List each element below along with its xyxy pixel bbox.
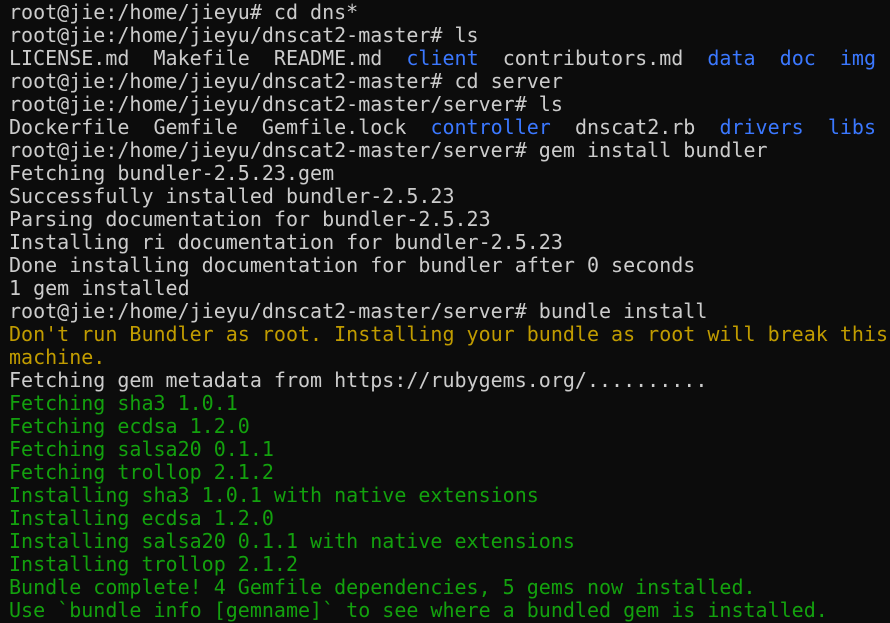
terminal-text: LICENSE.md Makefile README.md [9, 46, 407, 70]
directory-entry: img [839, 46, 876, 70]
terminal-line: root@jie:/home/jieyu/dnscat2-master/serv… [9, 93, 890, 116]
terminal-line: LICENSE.md Makefile README.md client con… [9, 47, 890, 70]
terminal-text: Bundle complete! 4 Gemfile dependencies,… [9, 575, 756, 599]
terminal-line: root@jie:/home/jieyu/dnscat2-master/serv… [9, 300, 890, 323]
terminal-line: Parsing documentation for bundler-2.5.23 [9, 208, 890, 231]
terminal-text: Installing sha3 1.0.1 with native extens… [9, 483, 539, 507]
terminal-text: Fetching gem metadata from https://rubyg… [9, 368, 708, 392]
terminal-line: root@jie:/home/jieyu/dnscat2-master# ls [9, 24, 890, 47]
terminal-line: Installing ri documentation for bundler-… [9, 231, 890, 254]
terminal-text: root@jie:/home/jieyu/dnscat2-master# cd … [9, 69, 563, 93]
directory-entry: doc [779, 46, 816, 70]
terminal-text: Fetching trollop 2.1.2 [9, 460, 274, 484]
terminal-text: root@jie:/home/jieyu/dnscat2-master/serv… [9, 92, 563, 116]
terminal-line: Fetching bundler-2.5.23.gem [9, 162, 890, 185]
directory-entry: controller [430, 115, 551, 139]
terminal-text: dnscat2.rb [550, 115, 720, 139]
terminal-text: Installing ri documentation for bundler-… [9, 230, 563, 254]
terminal-line: Installing salsa20 0.1.1 with native ext… [9, 530, 890, 553]
terminal-line: Don't run Bundler as root. Installing yo… [9, 323, 890, 346]
terminal-line: root@jie:/home/jieyu# cd dns* [9, 1, 890, 24]
terminal-text: Dockerfile Gemfile Gemfile.lock [9, 115, 431, 139]
directory-entry: libs [827, 115, 876, 139]
terminal-line: Successfully installed bundler-2.5.23 [9, 185, 890, 208]
terminal-text: Successfully installed bundler-2.5.23 [9, 184, 455, 208]
terminal-text: Installing trollop 2.1.2 [9, 552, 298, 576]
directory-entry: drivers [719, 115, 804, 139]
terminal-line: Done installing documentation for bundle… [9, 254, 890, 277]
terminal-line: root@jie:/home/jieyu/dnscat2-master# cd … [9, 70, 890, 93]
terminal-text: contributors.md [478, 46, 708, 70]
terminal-text: Parsing documentation for bundler-2.5.23 [9, 207, 491, 231]
terminal-text: machine. [9, 345, 106, 369]
terminal-text: Don't run Bundler as root. Installing yo… [9, 322, 888, 346]
terminal-text: 1 gem installed [9, 276, 190, 300]
terminal-line: 1 gem installed [9, 277, 890, 300]
terminal-line: Fetching gem metadata from https://rubyg… [9, 369, 890, 392]
terminal-line: Installing trollop 2.1.2 [9, 553, 890, 576]
terminal-line: Installing sha3 1.0.1 with native extens… [9, 484, 890, 507]
terminal-text: Fetching ecdsa 1.2.0 [9, 414, 250, 438]
terminal-text: Fetching salsa20 0.1.1 [9, 437, 274, 461]
terminal-text: root@jie:/home/jieyu/dnscat2-master# ls [9, 23, 479, 47]
terminal-text: root@jie:/home/jieyu/dnscat2-master/serv… [9, 299, 708, 323]
terminal-text: root@jie:/home/jieyu# cd dns* [9, 0, 359, 24]
terminal-line: Fetching trollop 2.1.2 [9, 461, 890, 484]
terminal-line: Fetching ecdsa 1.2.0 [9, 415, 890, 438]
terminal-text: root@jie:/home/jieyu/dnscat2-master/serv… [9, 138, 768, 162]
directory-entry: client [406, 46, 479, 70]
terminal-line: root@jie:/home/jieyu/dnscat2-master/serv… [9, 139, 890, 162]
terminal-line: Use `bundle info [gemname]` to see where… [9, 599, 890, 622]
terminal-line: Dockerfile Gemfile Gemfile.lock controll… [9, 116, 890, 139]
terminal-line: Installing ecdsa 1.2.0 [9, 507, 890, 530]
directory-entry: data [707, 46, 756, 70]
terminal-window[interactable]: root@jie:/home/jieyu# cd dns* root@jie:/h… [0, 0, 890, 623]
terminal-text: Fetching sha3 1.0.1 [9, 391, 238, 415]
terminal-line: machine. [9, 346, 890, 369]
terminal-line: Fetching sha3 1.0.1 [9, 392, 890, 415]
terminal-text: Fetching bundler-2.5.23.gem [9, 161, 335, 185]
terminal-text: Done installing documentation for bundle… [9, 253, 696, 277]
terminal-line: Fetching salsa20 0.1.1 [9, 438, 890, 461]
terminal-text: Use `bundle info [gemname]` to see where… [9, 598, 828, 622]
terminal-text: Installing salsa20 0.1.1 with native ext… [9, 529, 575, 553]
terminal-text: Installing ecdsa 1.2.0 [9, 506, 274, 530]
terminal-line: Bundle complete! 4 Gemfile dependencies,… [9, 576, 890, 599]
